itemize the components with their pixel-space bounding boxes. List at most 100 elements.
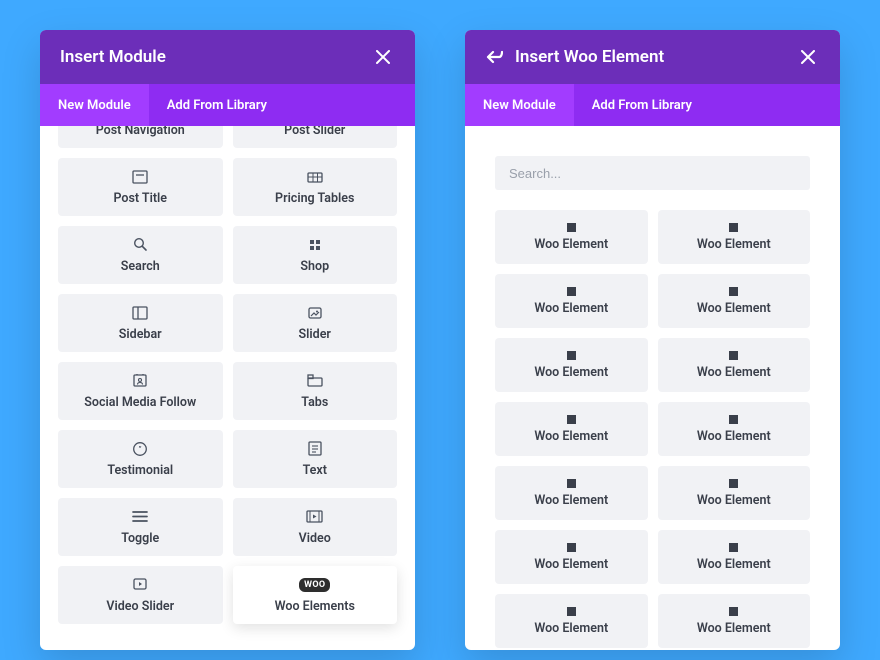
woo-element-label: Woo Element <box>697 493 771 508</box>
woo-element-label: Woo Element <box>534 557 608 572</box>
woo-element-card[interactable]: Woo Element <box>658 274 811 328</box>
woo-element-label: Woo Element <box>697 557 771 572</box>
tab-bar: New Module Add From Library <box>465 84 840 126</box>
module-label: Shop <box>300 259 329 274</box>
woo-element-card[interactable]: Woo Element <box>658 594 811 648</box>
woo-elements-icon: WOO <box>299 577 330 593</box>
module-woo-elements[interactable]: WOOWoo Elements <box>233 566 398 624</box>
woo-element-card[interactable]: Woo Element <box>495 594 648 648</box>
module-list-container: Post Navigation Post Slider Post Title Pric… <box>40 126 415 650</box>
testimonial-icon: ” <box>132 441 148 457</box>
module-sidebar[interactable]: Sidebar <box>58 294 223 352</box>
woo-element-icon <box>729 543 738 552</box>
woo-element-label: Woo Element <box>697 429 771 444</box>
woo-element-card[interactable]: Woo Element <box>658 466 811 520</box>
woo-element-card[interactable]: Woo Element <box>658 402 811 456</box>
module-slider[interactable]: Slider <box>233 294 398 352</box>
woo-element-label: Woo Element <box>534 429 608 444</box>
back-arrow-icon <box>485 49 503 65</box>
post-title-icon <box>132 169 148 185</box>
module-video-slider[interactable]: Video Slider <box>58 566 223 624</box>
panel-header: Insert Module <box>40 30 415 84</box>
woo-element-icon <box>567 543 576 552</box>
module-label: Sidebar <box>119 327 162 342</box>
close-icon <box>376 50 390 64</box>
module-pricing-tables[interactable]: Pricing Tables <box>233 158 398 216</box>
woo-element-icon <box>567 415 576 424</box>
module-label: Pricing Tables <box>275 191 354 206</box>
tab-bar: New Module Add From Library <box>40 84 415 126</box>
text-icon <box>308 441 322 457</box>
search-icon <box>133 237 148 253</box>
woo-element-card[interactable]: Woo Element <box>658 210 811 264</box>
module-label: Video Slider <box>106 599 174 614</box>
module-label: Post Slider <box>284 126 345 138</box>
woo-element-icon <box>567 287 576 296</box>
woo-element-icon <box>729 351 738 360</box>
woo-badge: WOO <box>299 578 330 592</box>
module-label: Post Title <box>113 191 167 206</box>
module-shop[interactable]: Shop <box>233 226 398 284</box>
close-button[interactable] <box>371 45 395 69</box>
woo-element-icon <box>729 223 738 232</box>
woo-element-card[interactable]: Woo Element <box>495 466 648 520</box>
woo-element-icon <box>729 479 738 488</box>
woo-element-label: Woo Element <box>697 621 771 636</box>
svg-text:”: ” <box>139 445 142 453</box>
module-post-title[interactable]: Post Title <box>58 158 223 216</box>
insert-module-panel: Insert Module New Module Add From Librar… <box>40 30 415 650</box>
woo-element-grid: Woo Element Woo Element Woo Element Woo Ele… <box>495 210 810 648</box>
module-label: Social Media Follow <box>84 395 196 410</box>
module-social-media-follow[interactable]: Social Media Follow <box>58 362 223 420</box>
woo-element-card[interactable]: Woo Element <box>658 338 811 392</box>
module-label: Text <box>303 463 327 478</box>
pricing-tables-icon <box>307 169 323 185</box>
woo-element-icon <box>729 607 738 616</box>
tab-add-from-library[interactable]: Add From Library <box>149 84 285 126</box>
woo-element-label: Woo Element <box>697 237 771 252</box>
social-media-follow-icon <box>132 373 148 389</box>
woo-element-label: Woo Element <box>534 493 608 508</box>
panel-title: Insert Woo Element <box>515 47 796 67</box>
module-toggle[interactable]: Toggle <box>58 498 223 556</box>
woo-element-icon <box>567 607 576 616</box>
module-search[interactable]: Search <box>58 226 223 284</box>
woo-element-card[interactable]: Woo Element <box>495 338 648 392</box>
woo-element-card[interactable]: Woo Element <box>495 530 648 584</box>
module-video[interactable]: Video <box>233 498 398 556</box>
woo-element-card[interactable]: Woo Element <box>495 402 648 456</box>
woo-element-label: Woo Element <box>534 365 608 380</box>
close-button[interactable] <box>796 45 820 69</box>
woo-element-label: Woo Element <box>697 365 771 380</box>
woo-element-icon <box>567 223 576 232</box>
sidebar-icon <box>132 305 148 321</box>
woo-element-label: Woo Element <box>697 301 771 316</box>
panel-header: Insert Woo Element <box>465 30 840 84</box>
woo-element-card[interactable]: Woo Element <box>495 210 648 264</box>
woo-element-label: Woo Element <box>534 621 608 636</box>
search-input[interactable] <box>495 156 810 190</box>
module-label: Tabs <box>301 395 328 410</box>
module-text[interactable]: Text <box>233 430 398 488</box>
module-post-slider[interactable]: Post Slider <box>233 126 398 148</box>
tab-new-module[interactable]: New Module <box>40 84 149 126</box>
panel-title: Insert Module <box>60 47 371 67</box>
woo-element-icon <box>729 415 738 424</box>
tab-new-module[interactable]: New Module <box>465 84 574 126</box>
module-label: Search <box>121 259 160 274</box>
back-button[interactable] <box>485 49 503 65</box>
module-post-navigation[interactable]: Post Navigation <box>58 126 223 148</box>
tab-add-from-library[interactable]: Add From Library <box>574 84 710 126</box>
woo-element-icon <box>567 351 576 360</box>
woo-element-card[interactable]: Woo Element <box>658 530 811 584</box>
module-testimonial[interactable]: ”Testimonial <box>58 430 223 488</box>
insert-woo-element-panel: Insert Woo Element New Module Add From L… <box>465 30 840 650</box>
shop-icon <box>308 237 322 253</box>
video-slider-icon <box>132 577 148 593</box>
module-label: Video <box>299 531 331 546</box>
woo-element-card[interactable]: Woo Element <box>495 274 648 328</box>
module-tabs[interactable]: Tabs <box>233 362 398 420</box>
woo-grid-wrap: Woo Element Woo Element Woo Element Woo Ele… <box>465 210 840 648</box>
video-icon <box>306 509 323 525</box>
woo-element-icon <box>729 287 738 296</box>
